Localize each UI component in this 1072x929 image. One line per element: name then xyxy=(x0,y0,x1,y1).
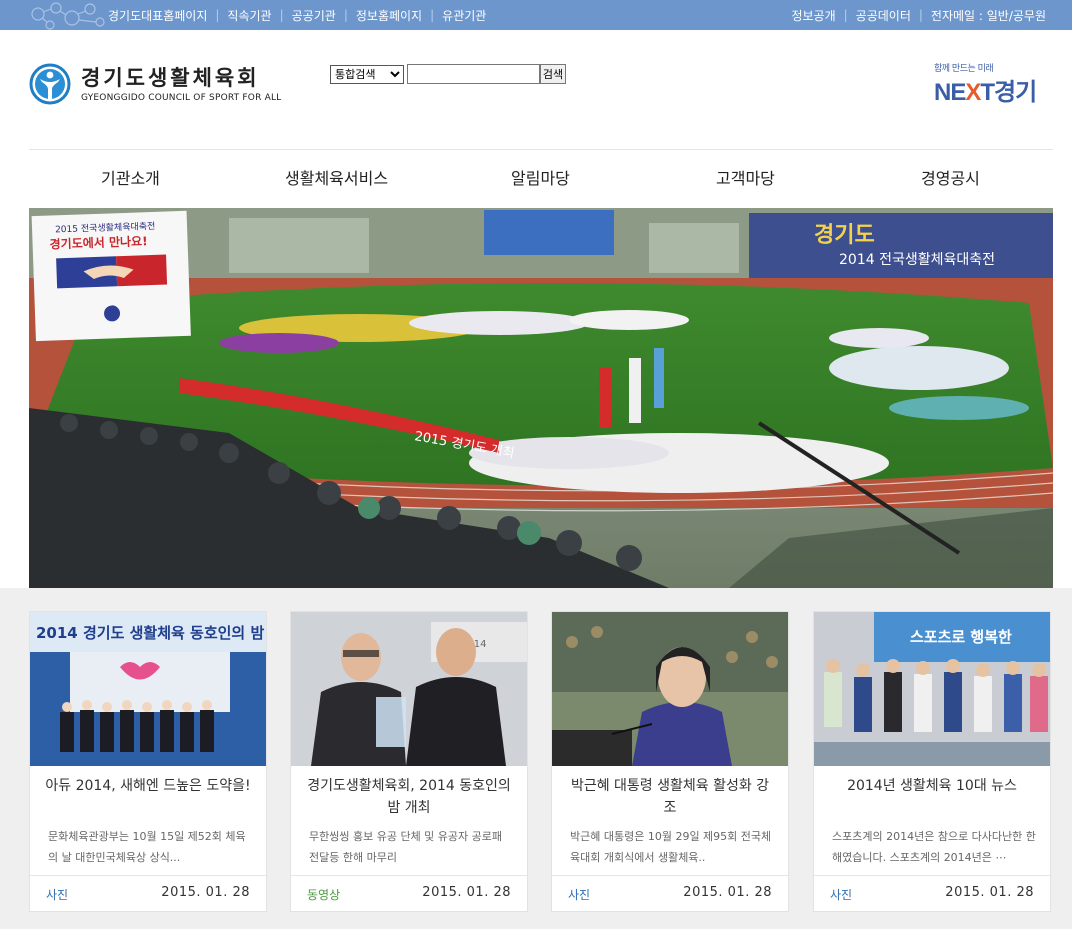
nav-item-customer[interactable]: 고객마당 xyxy=(716,150,775,208)
news-card-description: 박근혜 대통령은 10월 29일 제95회 전국체육대회 개회식에서 생활체육.… xyxy=(570,830,772,864)
link-separator: | xyxy=(279,8,284,22)
next-gyeonggi-wordmark: NEXT경기 xyxy=(934,72,1037,107)
link-info-homepage[interactable]: 정보홈페이지 xyxy=(356,7,422,24)
link-direct-agencies[interactable]: 직속기관 xyxy=(227,7,271,24)
link-info-disclosure[interactable]: 정보공개 xyxy=(791,7,835,24)
utility-links: 정보공개 | 공공데이터 | 전자메일 : 일반/공무원 xyxy=(791,0,1046,30)
news-card-description: 스포츠계의 2014년은 참으로 다사다난한 한 해였습니다. 스포츠계의 20… xyxy=(832,830,1036,864)
thumb-caption: 2014 경기도 생활체육 동호인의 밤 xyxy=(36,624,264,642)
main-navigation: 기관소개 생활체육서비스 알림마당 고객마당 경영공시 xyxy=(29,150,1053,208)
link-separator: | xyxy=(918,8,923,22)
news-card-date: 2015. 01. 28 xyxy=(161,885,250,900)
wordmark-ko: 경기 xyxy=(994,79,1037,106)
news-card[interactable]: 박근혜 대통령 생활체육 활성화 강조 박근혜 대통령은 10월 29일 제95… xyxy=(551,611,789,912)
logo-title-ko: 경기도생활체육회 xyxy=(81,65,260,90)
nav-item-services[interactable]: 생활체육서비스 xyxy=(285,150,388,208)
search-button[interactable]: 검색 xyxy=(540,64,566,84)
logo-text: 경기도생활체육회 GYEONGGIDO COUNCIL OF SPORT FOR… xyxy=(81,66,281,103)
link-public-data[interactable]: 공공데이터 xyxy=(856,7,911,24)
link-related-agencies[interactable]: 유관기관 xyxy=(442,7,486,24)
link-separator: | xyxy=(843,8,848,22)
news-card-thumbnail: 2014 xyxy=(291,612,527,766)
news-card-title[interactable]: 박근혜 대통령 생활체육 활성화 강조 xyxy=(566,775,774,819)
nav-item-disclosure[interactable]: 경영공시 xyxy=(921,150,980,208)
thumb-caption: 스포츠로 행복한 xyxy=(910,628,1012,646)
news-card[interactable]: 스포츠로 행복한 2014년 생활체육 10대 뉴스 스포츠계의 2014년은 … xyxy=(813,611,1051,912)
nav-item-about[interactable]: 기관소개 xyxy=(101,150,160,208)
stadium-photo: 2015 경기도 개최 2015 전국생활체육대축전 경기도에서 만나요! 경기… xyxy=(29,208,1053,588)
search-bar: 통합검색 검색 xyxy=(330,64,566,84)
search-input[interactable] xyxy=(407,64,540,84)
link-separator: | xyxy=(343,8,348,22)
news-card-category: 사진 xyxy=(568,888,591,902)
site-logo[interactable]: 경기도생활체육회 GYEONGGIDO COUNCIL OF SPORT FOR… xyxy=(29,63,281,105)
news-card-thumbnail xyxy=(552,612,788,766)
news-card[interactable]: 2014 경기도생활체육회, 2014 동호인의 밤 개최 무한씽씽 홍보 유공… xyxy=(290,611,528,912)
news-card-footer: 사진 2015. 01. 28 xyxy=(814,875,1050,911)
news-card-thumbnail: 스포츠로 행복한 xyxy=(814,612,1050,766)
link-public-agencies[interactable]: 공공기관 xyxy=(292,7,336,24)
news-card-title[interactable]: 아듀 2014, 새해엔 드높은 도약을! xyxy=(44,775,252,797)
wordmark-ne: NE xyxy=(934,79,966,106)
news-card-description: 문화체육관광부는 10월 15일 제52회 체육의 날 대한민국체육상 상식..… xyxy=(48,830,246,864)
news-card-category: 사진 xyxy=(46,888,69,902)
nav-item-notices[interactable]: 알림마당 xyxy=(511,150,570,208)
news-card-footer: 사진 2015. 01. 28 xyxy=(30,875,266,911)
news-card-title[interactable]: 경기도생활체육회, 2014 동호인의 밤 개최 xyxy=(305,775,513,819)
next-gyeonggi-logo[interactable]: 함께 만드는 미래 NEXT경기 xyxy=(932,60,1056,112)
news-card-footer: 동영상 2015. 01. 28 xyxy=(291,875,527,911)
news-card-category: 사진 xyxy=(830,888,853,902)
molecule-decoration-icon xyxy=(31,2,105,30)
logo-title-en: GYEONGGIDO COUNCIL OF SPORT FOR ALL xyxy=(81,92,282,103)
news-card-description: 무한씽씽 홍보 유공 단체 및 유공자 공로패 전달등 한해 마무리 xyxy=(309,830,503,864)
news-card[interactable]: 2014 경기도 생활체육 동호인의 밤 아듀 2014, 새해엔 드높은 도약… xyxy=(29,611,267,912)
family-sites-links: 경기도대표홈페이지 | 직속기관 | 공공기관 | 정보홈페이지 | 유관기관 xyxy=(108,0,486,30)
link-separator: | xyxy=(430,8,435,22)
search-scope-select[interactable]: 통합검색 xyxy=(330,64,404,84)
news-card-thumbnail: 2014 경기도 생활체육 동호인의 밤 xyxy=(30,612,266,766)
wordmark-x: X xyxy=(965,79,981,106)
hero-banner[interactable]: 2015 경기도 개최 2015 전국생활체육대축전 경기도에서 만나요! 경기… xyxy=(29,208,1053,588)
top-utility-bar: 경기도대표홈페이지 | 직속기관 | 공공기관 | 정보홈페이지 | 유관기관 … xyxy=(0,0,1072,30)
news-card-footer: 사진 2015. 01. 28 xyxy=(552,875,788,911)
banner-right-line1: 경기도 xyxy=(814,223,875,248)
council-emblem-icon xyxy=(29,63,71,105)
wordmark-t: T xyxy=(980,79,995,106)
news-card-category: 동영상 xyxy=(307,888,341,902)
news-card-date: 2015. 01. 28 xyxy=(683,885,772,900)
news-card-date: 2015. 01. 28 xyxy=(945,885,1034,900)
link-email[interactable]: 전자메일 : 일반/공무원 xyxy=(931,7,1046,24)
news-card-date: 2015. 01. 28 xyxy=(422,885,511,900)
banner-right-line2: 2014 전국생활체육대축전 xyxy=(839,252,995,268)
link-separator: | xyxy=(215,8,220,22)
link-gyeonggi-main[interactable]: 경기도대표홈페이지 xyxy=(108,7,207,24)
news-card-title[interactable]: 2014년 생활체육 10대 뉴스 xyxy=(828,775,1036,797)
